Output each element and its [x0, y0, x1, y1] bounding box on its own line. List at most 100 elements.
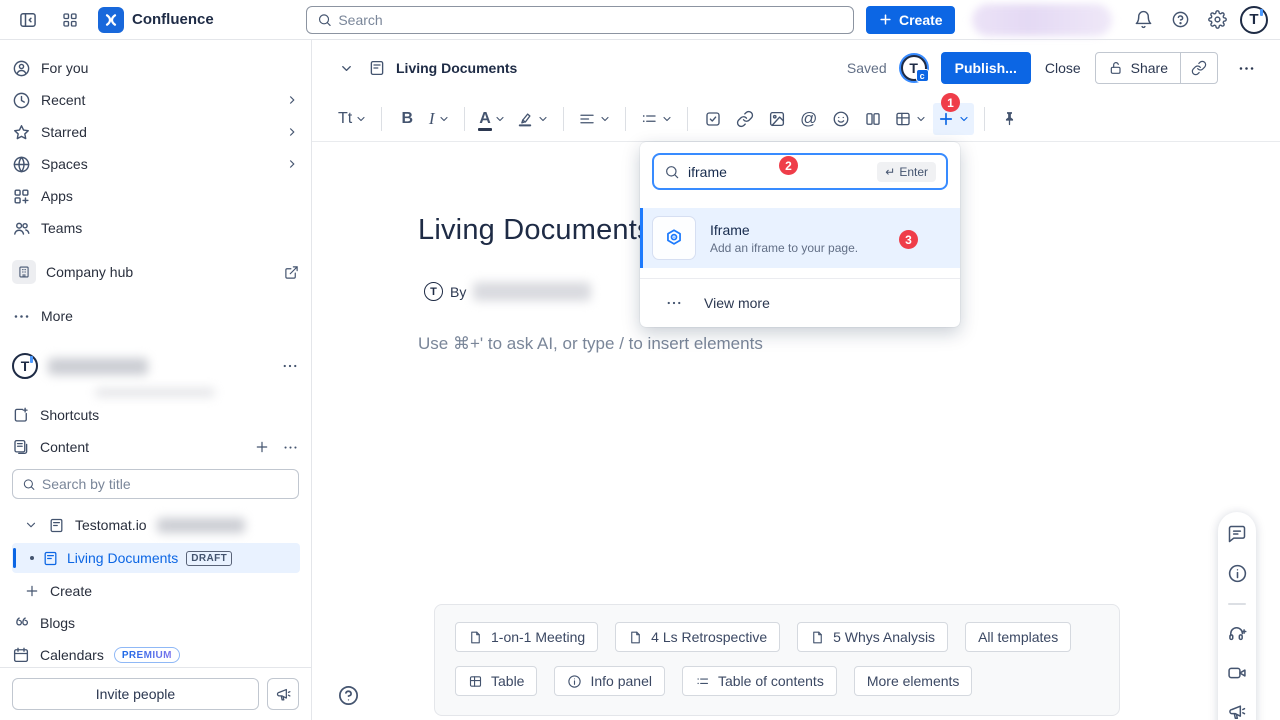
bold-button[interactable]: B	[392, 103, 422, 135]
italic-button[interactable]: I	[424, 103, 454, 135]
content-more-icon[interactable]	[282, 439, 299, 456]
sidebar-item-spaces[interactable]: Spaces	[0, 148, 311, 180]
premium-badge: PREMIUM	[114, 647, 180, 663]
sidebar-item-for-you[interactable]: For you	[0, 52, 311, 84]
redacted-tree-text	[157, 518, 245, 533]
align-button[interactable]	[574, 103, 615, 135]
sidebar-item-recent[interactable]: Recent	[0, 84, 311, 116]
search-icon	[664, 164, 680, 180]
global-search[interactable]	[306, 6, 854, 34]
help-bubble-icon[interactable]	[337, 684, 360, 707]
emoji-icon	[832, 110, 850, 128]
topbar-left: Confluence	[0, 6, 312, 34]
task-button[interactable]	[698, 103, 728, 135]
close-button[interactable]: Close	[1045, 60, 1081, 76]
editor-placeholder: Use ⌘+' to ask AI, or type / to insert e…	[418, 334, 763, 354]
redacted-space-name	[48, 358, 148, 375]
redacted-banner	[972, 4, 1112, 36]
sidebar-item-content[interactable]: Content	[0, 431, 311, 463]
element-search-input[interactable]	[688, 164, 768, 180]
ellipsis-icon	[12, 307, 31, 326]
page-title[interactable]: Living Documents	[418, 214, 652, 247]
unlock-icon	[1108, 60, 1124, 76]
quote-icon	[12, 614, 30, 632]
pin-toolbar-button[interactable]	[995, 103, 1025, 135]
support-headset-icon[interactable]	[1227, 624, 1247, 644]
sidebar-item-apps[interactable]: Apps	[0, 180, 311, 212]
comments-icon[interactable]	[1227, 524, 1247, 544]
chevron-down-icon	[661, 113, 673, 125]
confluence-logo[interactable]	[98, 7, 124, 33]
space-header[interactable]: T	[0, 346, 311, 386]
share-button[interactable]: Share	[1096, 53, 1180, 83]
sidebar-item-company-hub[interactable]: Company hub	[0, 256, 311, 288]
app-switcher-icon[interactable]	[56, 6, 84, 34]
insert-info-panel-shortcut[interactable]: Info panel	[554, 666, 665, 696]
page-icon	[368, 59, 386, 77]
copy-link-button[interactable]	[1181, 53, 1217, 83]
publish-button[interactable]: Publish...	[941, 52, 1031, 84]
text-styles-button[interactable]: Tt	[334, 103, 371, 135]
globe-icon	[12, 155, 31, 174]
chevron-down-icon	[958, 113, 970, 125]
space-more-icon[interactable]	[281, 357, 299, 375]
calendar-icon	[12, 646, 30, 664]
add-content-icon[interactable]	[254, 439, 270, 455]
selection-bar	[640, 208, 643, 268]
chevron-down-icon	[438, 113, 450, 125]
invite-people-button[interactable]: Invite people	[12, 678, 259, 710]
insert-table-shortcut[interactable]: Table	[455, 666, 537, 696]
help-icon[interactable]	[1166, 6, 1194, 34]
insert-toc-shortcut[interactable]: Table of contents	[682, 666, 837, 696]
sidebar-item-shortcuts[interactable]: Shortcuts	[0, 399, 311, 431]
global-search-input[interactable]	[338, 12, 843, 28]
template-1on1-meeting[interactable]: 1-on-1 Meeting	[455, 622, 598, 652]
content-search[interactable]	[12, 469, 299, 499]
insert-table-button[interactable]	[890, 103, 931, 135]
author-avatar: T	[424, 282, 443, 301]
sidebar-item-starred[interactable]: Starred	[0, 116, 311, 148]
text-color-button[interactable]: A	[475, 103, 510, 135]
create-button[interactable]: Create	[866, 6, 955, 34]
insert-image-button[interactable]	[762, 103, 792, 135]
annotation-step-3: 3	[899, 230, 918, 249]
user-avatar[interactable]: T	[1240, 6, 1268, 34]
more-elements-button[interactable]: More elements	[854, 666, 973, 696]
sidebar-item-blogs[interactable]: Blogs	[0, 607, 311, 639]
video-icon[interactable]	[1227, 663, 1247, 683]
layouts-button[interactable]	[858, 103, 888, 135]
announcements-megaphone-icon[interactable]	[1227, 702, 1247, 720]
insert-link-button[interactable]	[730, 103, 760, 135]
lists-button[interactable]	[636, 103, 677, 135]
breadcrumb-chevron-down-icon[interactable]	[332, 54, 360, 82]
tree-item-living-documents[interactable]: Living Documents DRAFT	[12, 543, 300, 573]
emoji-button[interactable]	[826, 103, 856, 135]
mention-button[interactable]: @	[794, 103, 824, 135]
view-more-item[interactable]: View more	[640, 279, 960, 327]
feedback-megaphone-button[interactable]	[267, 678, 299, 710]
content-search-input[interactable]	[42, 476, 289, 492]
doc-more-icon[interactable]	[1232, 54, 1260, 82]
highlighter-icon	[516, 110, 534, 128]
notifications-icon[interactable]	[1129, 6, 1157, 34]
breadcrumb-title[interactable]: Living Documents	[396, 60, 517, 76]
link-icon	[736, 110, 754, 128]
sidebar-item-teams[interactable]: Teams	[0, 212, 311, 244]
checkbox-icon	[704, 110, 722, 128]
sidebar-item-more[interactable]: More	[0, 300, 311, 332]
draft-badge: DRAFT	[186, 551, 232, 566]
sidebar-create-page[interactable]: Create	[0, 575, 311, 607]
element-search-field[interactable]: ↵ Enter	[652, 153, 948, 190]
app-name: Confluence	[132, 11, 214, 28]
collapse-sidebar-icon[interactable]	[14, 6, 42, 34]
plus-icon	[878, 12, 893, 27]
details-info-icon[interactable]	[1227, 563, 1248, 584]
collaborator-avatar[interactable]: T c	[901, 55, 927, 81]
template-5-whys-analysis[interactable]: 5 Whys Analysis	[797, 622, 948, 652]
settings-gear-icon[interactable]	[1203, 6, 1231, 34]
all-templates-button[interactable]: All templates	[965, 622, 1071, 652]
tree-item-root[interactable]: Testomat.io	[0, 509, 311, 541]
highlight-button[interactable]	[512, 103, 553, 135]
search-icon	[22, 477, 36, 492]
template-4ls-retrospective[interactable]: 4 Ls Retrospective	[615, 622, 780, 652]
